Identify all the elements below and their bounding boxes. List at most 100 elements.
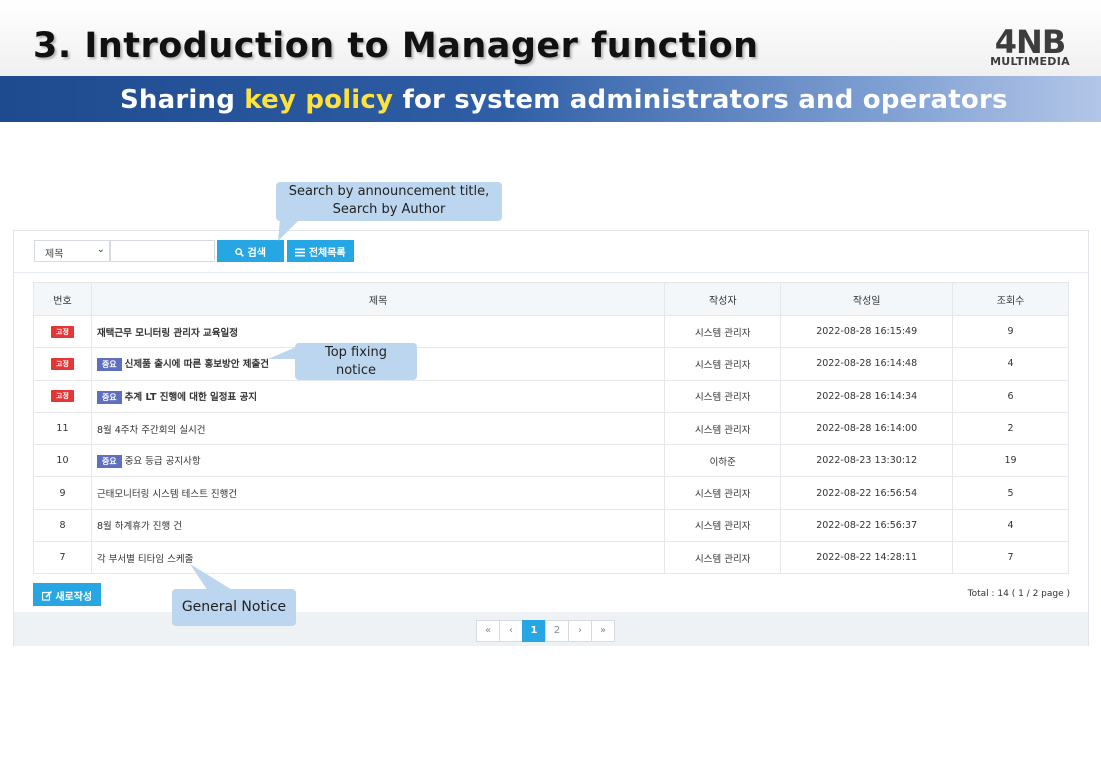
magnifier-icon [235,248,244,257]
header-views: 조회수 [952,282,1069,316]
top-callout-line2: notice [335,363,377,378]
new-post-button[interactable]: 새로작성 [33,583,101,606]
search-button-label: 검색 [247,248,266,259]
row-number: 고정 [33,379,92,413]
row-number: 11 [33,411,92,446]
row-title[interactable]: 중요 중요 등급 공지사항 [90,444,666,478]
banner-highlight: key policy [244,85,394,115]
row-author: 시스템 관리자 [664,314,782,349]
company-logo: 4NB MULTIMEDIA [975,23,1085,68]
table-row[interactable]: 11 8월 4주차 주간회의 실시건 시스템 관리자 2022-08-28 16… [33,411,1069,446]
logo-sub-text: MULTIMEDIA [990,55,1070,68]
row-number: 7 [33,541,92,575]
row-title-text[interactable]: 중요 등급 공지사항 [125,456,201,467]
row-title-text[interactable]: 각 부서별 티타임 스케줄 [97,554,193,565]
row-views: 5 [952,476,1069,510]
top-callout-pointer [268,347,296,359]
row-date: 2022-08-28 16:14:48 [780,347,954,381]
table-row[interactable]: 고정 재택근무 모니터링 관리자 교육일정 시스템 관리자 2022-08-28… [33,314,1069,349]
row-date: 2022-08-28 16:14:34 [780,379,954,413]
total-count: Total : 14 ( 1 / 2 page ) [967,589,1070,599]
pagination: « ‹ 1 2 › » [476,620,615,642]
row-title-text[interactable]: 추계 LT 진행에 대한 일정표 공지 [125,392,257,403]
row-title-text[interactable]: 8월 4주차 주간회의 실시건 [97,425,206,436]
header-number: 번호 [33,282,92,316]
table-header-row: 번호 제목 작성자 작성일 조회수 [33,282,1069,316]
row-date: 2022-08-22 16:56:54 [780,476,954,510]
search-field-select-value: 제목 [45,249,64,260]
row-author: 시스템 관리자 [664,411,782,446]
row-title-text[interactable]: 재택근무 모니터링 관리자 교육일정 [97,328,238,339]
row-title[interactable]: 근태모니터링 시스템 테스트 진행건 [90,476,666,510]
row-date: 2022-08-23 13:30:12 [780,444,954,478]
search-input[interactable] [110,240,215,262]
table-row[interactable]: 고정 중요 신제품 출시에 따른 홍보방안 제출건 시스템 관리자 2022-08… [33,347,1069,381]
last-page-button[interactable]: » [591,620,615,642]
banner-text: Sharing key policy for system administra… [120,85,1008,115]
row-author: 시스템 관리자 [664,476,782,510]
row-number: 9 [33,476,92,510]
important-badge: 중요 [96,455,122,469]
row-date: 2022-08-28 16:14:00 [780,411,954,446]
row-views: 4 [952,347,1069,381]
page-button-1[interactable]: 1 [522,620,546,642]
row-views: 9 [952,314,1069,349]
search-callout-line1: Search by announcement title, [288,184,490,199]
row-title-text[interactable]: 근태모니터링 시스템 테스트 진행건 [97,489,237,500]
row-title[interactable]: 중요 추계 LT 진행에 대한 일정표 공지 [90,379,666,413]
row-title[interactable]: 8월 하계휴가 진행 건 [90,508,666,543]
search-field-select[interactable]: 제목 ⌄ [34,240,110,262]
header-title: 제목 [90,282,666,316]
row-title[interactable]: 8월 4주차 주간회의 실시건 [90,411,666,446]
slide: 3. Introduction to Manager function 4NB … [0,0,1101,762]
row-author: 시스템 관리자 [664,379,782,413]
row-date: 2022-08-22 14:28:11 [780,541,954,575]
row-views: 2 [952,411,1069,446]
row-number: 10 [33,444,92,478]
general-callout-pointer [190,564,234,591]
general-notice-callout: General Notice [172,589,296,626]
table-row[interactable]: 고정 중요 추계 LT 진행에 대한 일정표 공지 시스템 관리자 2022-08… [33,379,1069,413]
important-badge: 중요 [96,390,122,404]
row-title[interactable]: 각 부서별 티타임 스케줄 [90,541,666,575]
edit-icon [41,590,52,601]
search-callout-pointer [278,219,300,241]
row-title-text[interactable]: 신제품 출시에 따른 홍보방안 제출건 [125,359,269,370]
slide-title: 3. Introduction to Manager function [33,26,759,66]
search-button[interactable]: 검색 [217,240,284,262]
row-views: 19 [952,444,1069,478]
row-author: 시스템 관리자 [664,541,782,575]
row-views: 6 [952,379,1069,413]
chevron-down-icon: ⌄ [96,244,105,255]
row-number: 고정 [33,314,92,349]
subtitle-banner: Sharing key policy for system administra… [0,76,1101,122]
row-author: 이하준 [664,444,782,478]
next-page-button[interactable]: › [568,620,592,642]
fixed-badge: 고정 [51,390,74,403]
top-fixing-callout: Top fixing notice [295,343,417,380]
list-icon [295,248,306,257]
table-row[interactable]: 10 중요 중요 등급 공지사항 이하준 2022-08-23 13:30:12 … [33,444,1069,478]
row-number: 고정 [33,347,92,381]
row-title-text[interactable]: 8월 하계휴가 진행 건 [97,521,182,532]
list-all-button[interactable]: 전체목록 [287,240,354,262]
header-date: 작성일 [780,282,954,316]
fixed-badge: 고정 [51,357,74,370]
prev-page-button[interactable]: ‹ [499,620,523,642]
notice-table: 번호 제목 작성자 작성일 조회수 고정 재택근무 모니터링 관리자 교육일정 … [33,282,1069,575]
row-date: 2022-08-28 16:15:49 [780,314,954,349]
banner-text-before: Sharing [120,85,245,115]
new-post-button-label: 새로작성 [55,592,93,603]
logo-main-text: 4NB [994,23,1066,61]
row-author: 시스템 관리자 [664,347,782,381]
fixed-badge: 고정 [51,325,74,338]
important-badge: 중요 [96,358,122,372]
header-author: 작성자 [664,282,782,316]
table-row[interactable]: 8 8월 하계휴가 진행 건 시스템 관리자 2022-08-22 16:56:… [33,508,1069,543]
row-number: 8 [33,508,92,543]
page-button-2[interactable]: 2 [545,620,569,642]
table-row[interactable]: 9 근태모니터링 시스템 테스트 진행건 시스템 관리자 2022-08-22 … [33,476,1069,510]
first-page-button[interactable]: « [476,620,500,642]
search-bar: 제목 ⌄ 검색 전체목록 [14,231,1088,273]
search-callout: Search by announcement title, Search by … [276,182,502,221]
